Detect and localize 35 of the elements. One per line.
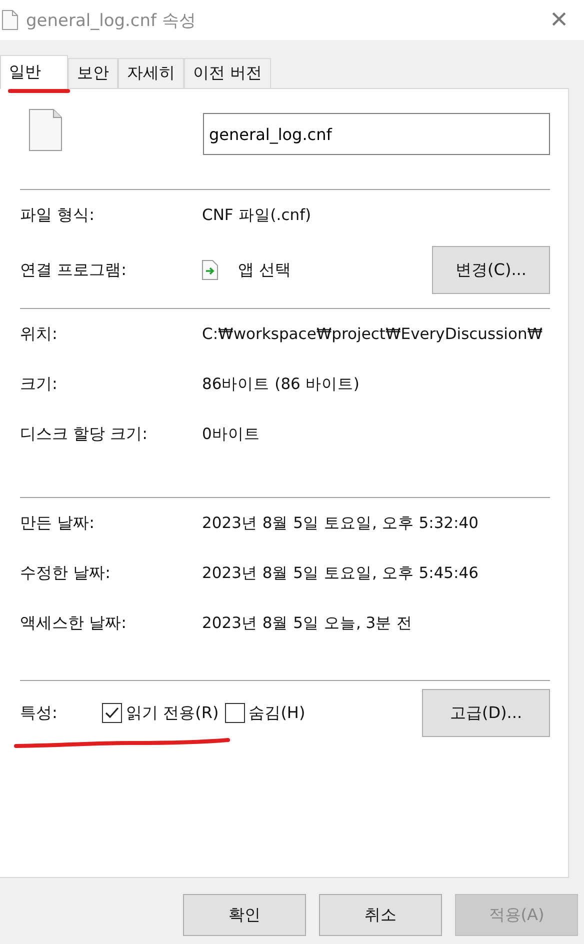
field-value: 86바이트 (86 바이트) xyxy=(202,374,360,394)
dialog-button[interactable]: 확인 xyxy=(183,894,306,936)
field-value: 2023년 8월 5일 토요일, 오후 5:45:46 xyxy=(202,562,478,584)
annotation-underline xyxy=(7,87,71,95)
app-icon xyxy=(202,260,218,280)
field-value: 앱 선택 xyxy=(238,260,292,280)
field-value: 2023년 8월 5일 오늘, 3분 전 xyxy=(202,612,413,634)
field-value: 2023년 8월 5일 토요일, 오후 5:32:40 xyxy=(202,512,478,534)
field-label: 파일 형식: xyxy=(20,204,96,226)
checkbox[interactable] xyxy=(102,703,122,723)
field-label: 만든 날짜: xyxy=(20,512,96,534)
field-label: 크기: xyxy=(20,374,58,394)
tab[interactable]: 이전 버전 xyxy=(184,58,272,88)
field-label: 액세스한 날짜: xyxy=(20,612,128,634)
checkbox[interactable] xyxy=(224,703,245,723)
close-button[interactable]: × xyxy=(534,0,584,40)
field-value: C:₩workspace₩project₩EveryDiscussion₩ xyxy=(202,325,543,343)
window-title: general_log.cnf 속성 xyxy=(26,10,197,32)
field-label: 특성: xyxy=(20,702,58,724)
field-label: 디스크 할당 크기: xyxy=(20,424,149,444)
field-value: 0바이트 xyxy=(202,424,260,444)
change-button[interactable]: 변경(C)... xyxy=(432,246,550,294)
tab[interactable]: 일반 xyxy=(0,55,68,89)
advanced-button[interactable]: 고급(D)... xyxy=(422,689,550,737)
file-icon xyxy=(29,109,62,151)
checkbox-label[interactable]: 숨김(H) xyxy=(248,702,306,724)
checkbox-label[interactable]: 읽기 전용(R) xyxy=(126,702,219,724)
tab[interactable]: 보안 xyxy=(68,58,118,88)
field-label: 위치: xyxy=(20,324,58,344)
file-name-field[interactable]: general_log.cnf xyxy=(203,113,550,155)
tab[interactable]: 자세히 xyxy=(118,58,184,88)
field-label: 수정한 날짜: xyxy=(20,562,112,584)
field-label: 연결 프로그램: xyxy=(20,260,128,280)
dialog-button[interactable]: 취소 xyxy=(319,894,442,936)
field-value: CNF 파일(.cnf) xyxy=(202,204,312,226)
